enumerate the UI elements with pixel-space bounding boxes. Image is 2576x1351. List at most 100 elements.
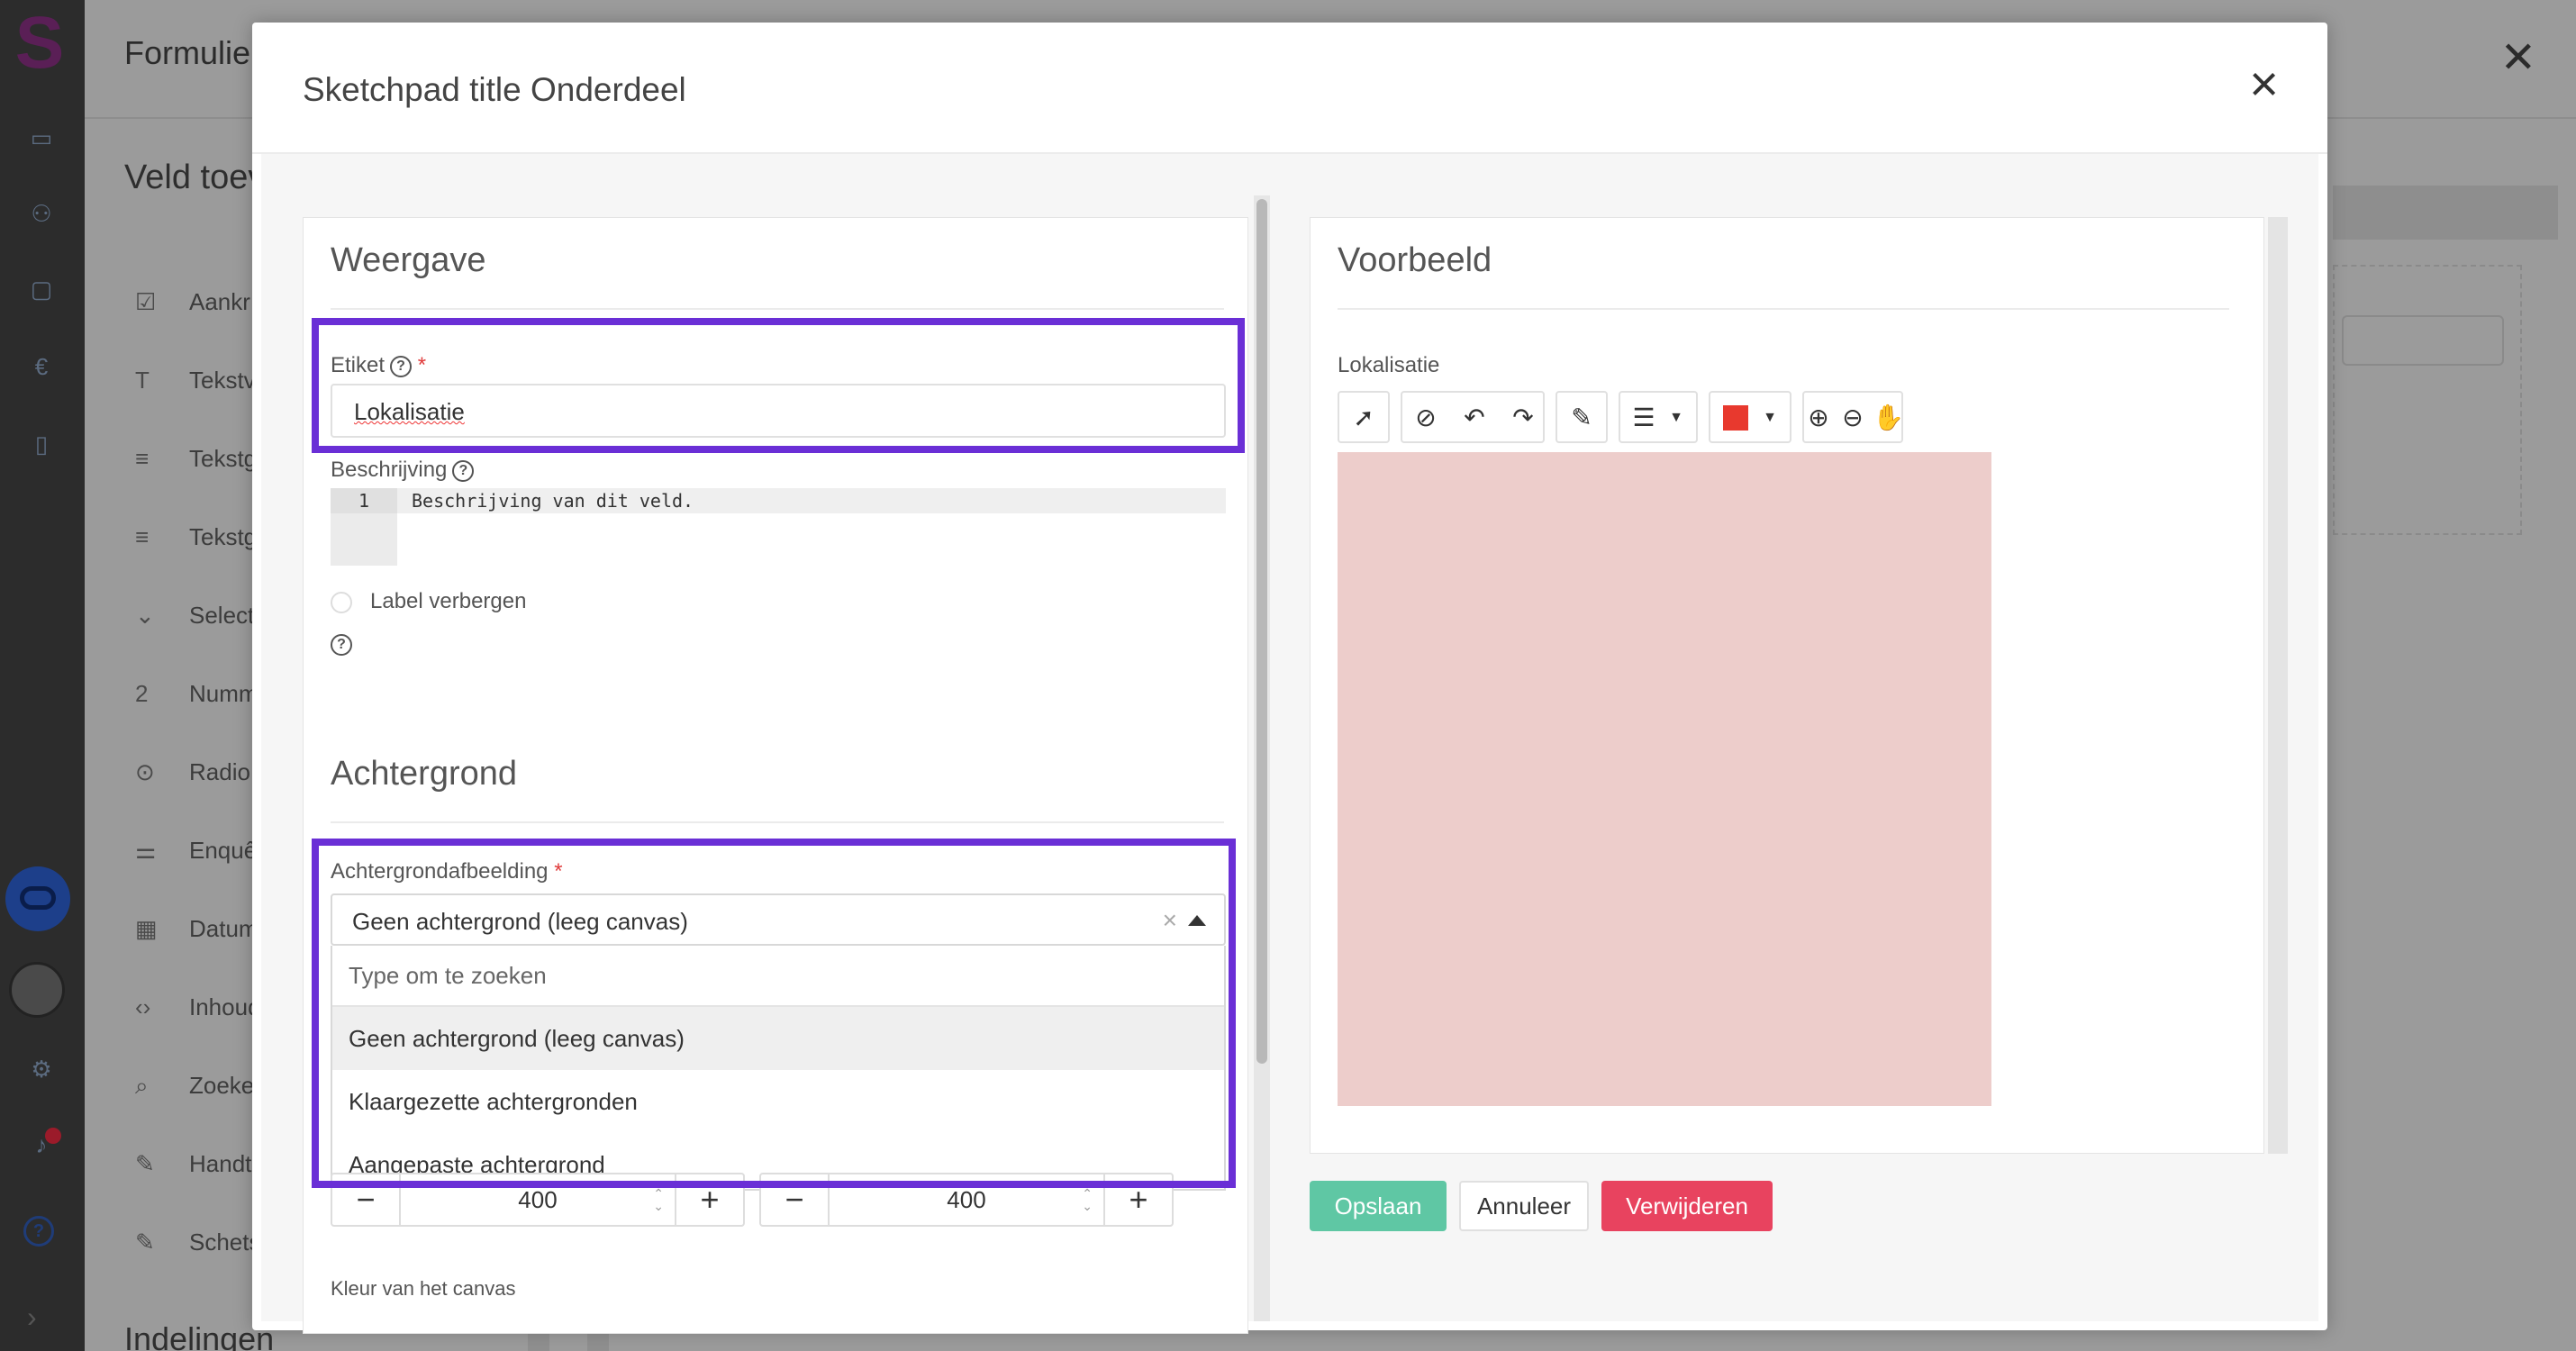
scrollbar-thumb[interactable] [1256, 199, 1267, 1064]
label-input[interactable]: Lokalisatie [331, 384, 1226, 438]
zoom-in-icon[interactable]: ⊕ [1804, 403, 1833, 432]
sketchpad-modal: Sketchpad title Onderdeel × Weergave Eti… [252, 23, 2327, 1334]
close-icon[interactable]: × [2249, 57, 2279, 111]
field-type-checkbox[interactable]: ☑ Aankr [135, 288, 250, 316]
dropdown-option[interactable]: Geen achtergrond (leeg canvas) [332, 1007, 1224, 1070]
chevron-down-icon: ⌄ [135, 602, 155, 629]
lines-icon: ≡ [135, 445, 150, 472]
number-icon: 2 [135, 680, 149, 707]
undo-icon[interactable]: ↶ [1460, 403, 1489, 432]
stroke-width-dropdown[interactable]: ☰ ▼ [1619, 391, 1698, 443]
background-input [2342, 315, 2504, 366]
euro-icon[interactable]: € [28, 353, 55, 380]
chat-icon[interactable]: ▢ [28, 276, 55, 303]
divider [331, 821, 1224, 823]
chevron-up-icon[interactable] [1188, 915, 1206, 926]
pen-tool-button[interactable]: ✎ [1556, 391, 1608, 443]
expand-sidebar-icon[interactable]: › [27, 1301, 37, 1334]
select-tool-button[interactable]: ➚ [1338, 391, 1390, 443]
preview-scrollbar[interactable] [2268, 217, 2288, 1154]
support-chat-button[interactable] [5, 866, 70, 931]
width-stepper[interactable]: − 400 ⌃ ⌄ + [331, 1173, 745, 1227]
cancel-button[interactable]: Annuleer [1459, 1181, 1589, 1231]
sliders-icon: ⚌ [135, 837, 157, 864]
delete-button[interactable]: Verwijderen [1601, 1181, 1773, 1231]
field-type-date[interactable]: ▦ Datum [135, 915, 259, 943]
help-icon[interactable]: ? [452, 459, 475, 482]
description-line[interactable]: Beschrijving van dit veld. [397, 488, 1226, 513]
line-width-icon: ☰ [1632, 403, 1655, 431]
label-field-label: Etiket? * [331, 353, 427, 377]
settings-icon[interactable]: ⚙ [28, 1056, 55, 1083]
calendar-icon[interactable]: ▭ [28, 124, 55, 151]
background-header-bar [2333, 186, 2558, 240]
spinner-icon[interactable]: ⌃ ⌄ [653, 1187, 664, 1212]
code-icon: ‹› [135, 993, 151, 1020]
modal-title: Sketchpad title Onderdeel [303, 71, 686, 108]
lines-icon: ≡ [135, 523, 150, 550]
field-type-signature[interactable]: ✎ Handt [135, 1150, 251, 1178]
save-button[interactable]: Opslaan [1310, 1181, 1447, 1231]
canvas-color-label: Kleur van het canvas [331, 1277, 516, 1300]
width-value[interactable]: 400 [403, 1174, 673, 1225]
app-logo: S [14, 2, 65, 84]
modal-body: Weergave Etiket? * Lokalisatie Beschrijv… [261, 154, 2318, 1334]
background-drop-zone [2333, 265, 2522, 535]
redo-icon[interactable]: ↷ [1509, 403, 1537, 432]
hand-icon[interactable]: ✋ [1873, 403, 1904, 432]
description-editor[interactable]: 1 Beschrijving van dit veld. [331, 488, 1226, 569]
description-label: Beschrijving? [331, 458, 475, 483]
caret-down-icon: ▼ [1669, 410, 1683, 425]
field-type-radio[interactable]: ⊙ Radio [135, 758, 250, 786]
line-number: 1 [331, 488, 397, 513]
field-type-select[interactable]: ⌄ Select [135, 602, 254, 630]
height-stepper[interactable]: − 400 ⌃ ⌄ + [759, 1173, 1174, 1227]
field-type-textarea[interactable]: ≡ Tekstg [135, 445, 257, 473]
display-section-heading: Weergave [331, 241, 486, 279]
field-type-survey[interactable]: ⚌ Enquê [135, 837, 257, 865]
hide-label-help[interactable]: ? [331, 634, 352, 656]
chat-bubble-icon [20, 886, 56, 910]
background-section-heading: Achtergrond [331, 755, 518, 793]
decrement-button[interactable]: − [332, 1174, 401, 1225]
help-icon[interactable]: ? [23, 1216, 54, 1247]
users-icon[interactable]: ⚇ [28, 200, 55, 227]
dropdown-option[interactable]: Klaargezette achtergronden [332, 1070, 1224, 1133]
pointer-icon: ➚ [1353, 403, 1374, 431]
sketch-canvas[interactable] [1338, 452, 1991, 1106]
clear-icon[interactable]: × [1163, 906, 1177, 935]
preview-panel: Voorbeeld Lokalisatie ➚ ⊘ ↶ ↷ ✎ ☰ ▼ ▼ ⊕ ⊖… [1310, 217, 2264, 1154]
help-icon[interactable]: ? [390, 355, 413, 377]
background-image-label: Achtergrondafbeelding * [331, 859, 563, 884]
clear-canvas-icon[interactable]: ⊘ [1411, 403, 1440, 432]
field-type-sketchpad[interactable]: ✎ Schets [135, 1229, 261, 1256]
pen-icon: ✎ [135, 1150, 155, 1177]
field-type-textarea-2[interactable]: ≡ Tekstg [135, 523, 257, 551]
caret-down-icon: ▼ [1763, 410, 1777, 425]
color-dropdown[interactable]: ▼ [1709, 391, 1791, 443]
radio-icon: ⊙ [135, 758, 155, 785]
increment-button[interactable]: + [1103, 1174, 1172, 1225]
field-type-text[interactable]: T Tekstv [135, 367, 256, 394]
settings-scrollbar[interactable] [1254, 195, 1270, 1321]
height-value[interactable]: 400 [831, 1174, 1102, 1225]
zoom-out-icon[interactable]: ⊖ [1838, 403, 1867, 432]
user-avatar[interactable] [9, 962, 65, 1018]
spinner-icon[interactable]: ⌃ ⌄ [1082, 1187, 1093, 1212]
search-icon: ⌕ [135, 1072, 149, 1099]
app-title: Formulie [124, 34, 251, 71]
help-icon[interactable]: ? [331, 634, 352, 656]
pen-icon: ✎ [1571, 403, 1592, 431]
background-image-select[interactable]: Geen achtergrond (leeg canvas) × [331, 893, 1226, 946]
hide-label-checkbox[interactable] [331, 592, 352, 613]
preview-field-label: Lokalisatie [1338, 353, 1440, 377]
document-icon[interactable]: ▯ [28, 431, 55, 458]
app-close-icon[interactable]: ✕ [2500, 32, 2536, 83]
preview-heading: Voorbeeld [1338, 241, 1492, 279]
field-type-number[interactable]: 2 Numm [135, 680, 259, 708]
increment-button[interactable]: + [675, 1174, 743, 1225]
field-type-content[interactable]: ‹› Inhoud [135, 993, 261, 1021]
decrement-button[interactable]: − [761, 1174, 830, 1225]
dropdown-search-input[interactable]: Type om te zoeken [332, 946, 1224, 1007]
field-type-search[interactable]: ⌕ Zoeke [135, 1072, 254, 1101]
